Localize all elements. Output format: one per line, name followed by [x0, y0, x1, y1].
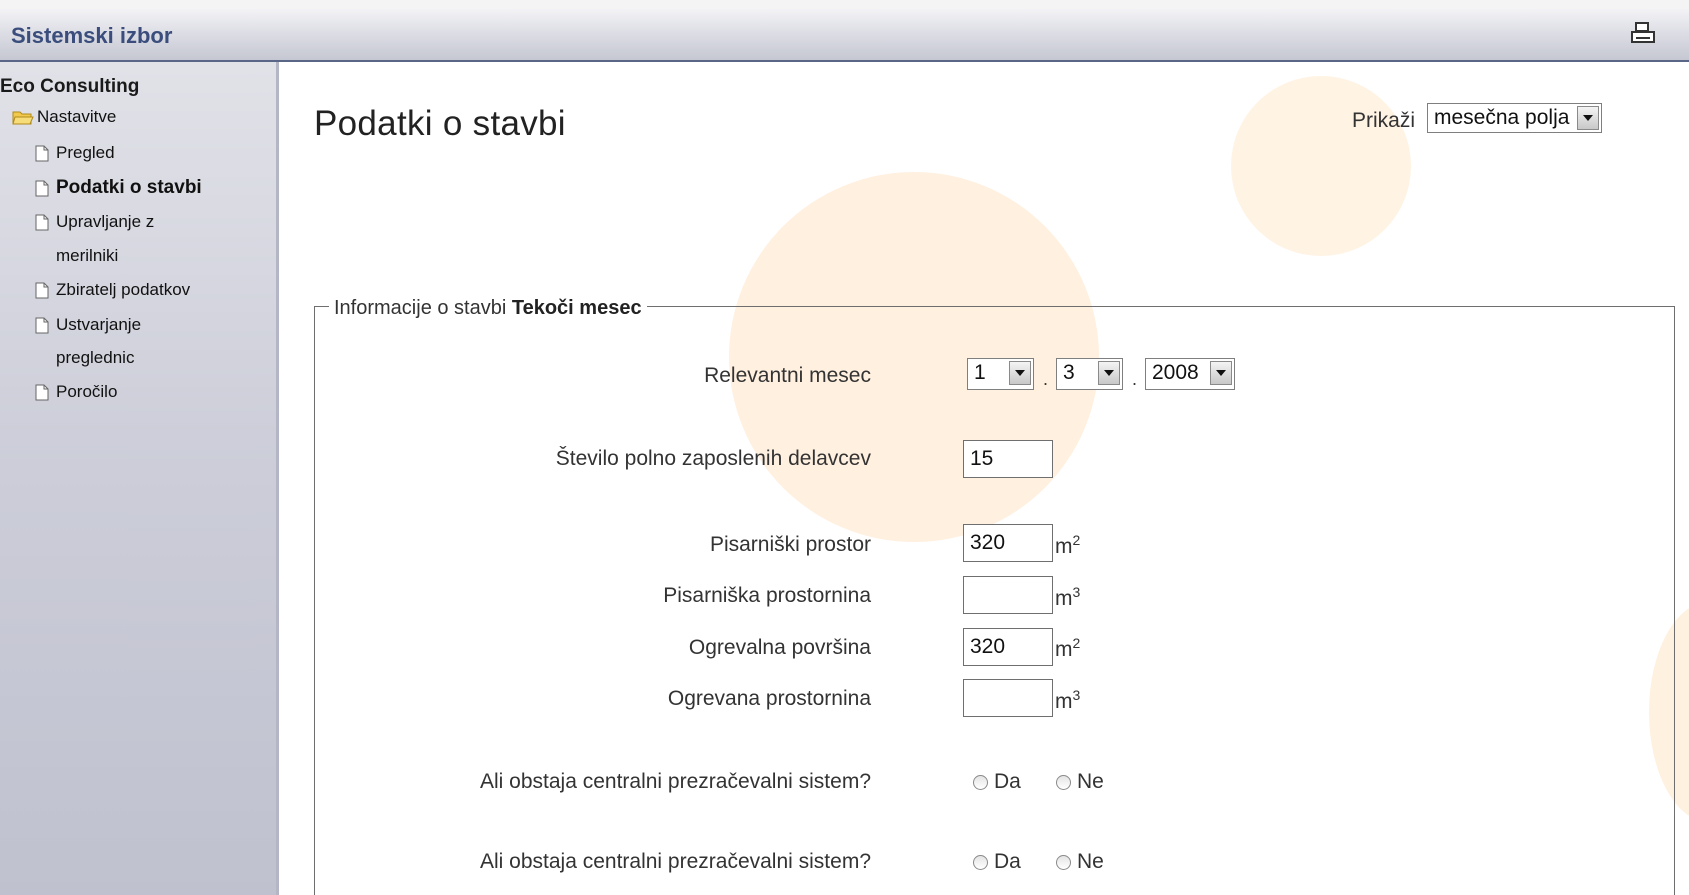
- ventilation-question: Ali obstaja centralni prezračevalni sist…: [479, 850, 871, 873]
- sidebar-item-ustvarjanje-preglednic[interactable]: Ustvarjanje: [35, 315, 141, 335]
- header-bar: Sistemski izbor: [0, 9, 1689, 62]
- office-area-label: Pisarniški prostor: [709, 533, 871, 556]
- sidebar-folder-label: Nastavitve: [37, 107, 117, 126]
- folder-open-icon: [12, 111, 34, 124]
- ventilation-no-radio[interactable]: Ne: [1056, 770, 1104, 794]
- office-volume-field[interactable]: [963, 576, 1053, 614]
- sidebar-item-label: Podatki o stavbi: [56, 177, 202, 198]
- radio-label: Ne: [1077, 850, 1104, 873]
- chevron-down-icon[interactable]: [1098, 361, 1120, 385]
- page-title: Podatki o stavbi: [314, 104, 566, 143]
- year-select[interactable]: 2008: [1145, 358, 1235, 390]
- sidebar-item-podatki-o-stavbi[interactable]: Podatki o stavbi: [35, 177, 202, 199]
- company-name: Eco Consulting: [0, 76, 140, 97]
- radio-circle[interactable]: [1056, 774, 1071, 790]
- heated-area-field[interactable]: 320: [963, 628, 1053, 666]
- day-select[interactable]: 1: [967, 358, 1034, 390]
- sidebar-item-pregled[interactable]: Pregled: [35, 143, 115, 163]
- employees-field[interactable]: 15: [963, 440, 1053, 478]
- sidebar-item-zbiratelj-podatkov[interactable]: Zbiratelj podatkov: [35, 280, 190, 300]
- radio-label: Ne: [1077, 770, 1104, 793]
- show-label: Prikaži: [1352, 109, 1416, 132]
- sidebar-item-label: Pregled: [56, 143, 115, 162]
- select-value: 3: [1063, 361, 1075, 384]
- ventilation-yes-radio[interactable]: Da: [973, 770, 1021, 794]
- employees-label: Število polno zaposlenih delavcev: [555, 447, 871, 470]
- chevron-down-icon[interactable]: [1009, 361, 1031, 385]
- date-separator: .: [1132, 369, 1138, 389]
- date-separator: .: [1043, 369, 1049, 389]
- document-icon: [35, 317, 49, 333]
- document-icon: [35, 282, 49, 298]
- unit-label: m2: [1055, 532, 1081, 558]
- unit-label: m3: [1055, 687, 1081, 713]
- document-icon: [35, 180, 49, 196]
- view-mode-select[interactable]: mesečna polja: [1427, 103, 1602, 133]
- heated-volume-label: Ogrevana prostornina: [667, 687, 871, 710]
- relevant-month-label: Relevantni mesec: [704, 364, 871, 387]
- chevron-down-icon[interactable]: [1577, 106, 1599, 130]
- chevron-down-icon[interactable]: [1210, 361, 1232, 385]
- header-title: Sistemski izbor: [11, 23, 173, 48]
- sidebar-item-porocilo[interactable]: Poročilo: [35, 382, 117, 402]
- office-area-field[interactable]: 320: [963, 524, 1053, 562]
- document-icon: [35, 145, 49, 161]
- sidebar-item-label: Upravljanje z: [56, 212, 155, 231]
- ventilation-yes-radio[interactable]: Da: [973, 850, 1021, 874]
- heated-volume-field[interactable]: [963, 679, 1053, 717]
- sidebar-item-upravljanje-z-merilniki[interactable]: Upravljanje z: [35, 212, 154, 232]
- top-strip: [0, 0, 1689, 9]
- unit-label: m3: [1055, 584, 1081, 610]
- sidebar-item-label: Ustvarjanje: [56, 315, 142, 334]
- radio-circle[interactable]: [1056, 854, 1071, 870]
- radio-circle[interactable]: [973, 774, 988, 790]
- month-select[interactable]: 3: [1056, 358, 1123, 390]
- select-value: 1: [974, 361, 986, 384]
- select-value: 2008: [1152, 361, 1199, 384]
- background-decoration: [1231, 76, 1411, 256]
- fieldset-legend: Informacije o stavbi Tekoči mesec: [329, 297, 647, 320]
- office-volume-label: Pisarniška prostornina: [663, 584, 871, 607]
- unit-label: m2: [1055, 635, 1081, 661]
- document-icon: [35, 384, 49, 400]
- legend-prefix: Informacije o stavbi: [334, 297, 507, 319]
- sidebar-item-label-continuation[interactable]: merilniki: [56, 246, 118, 266]
- sidebar-item-label: Poročilo: [56, 382, 118, 401]
- radio-circle[interactable]: [973, 854, 988, 870]
- radio-label: Da: [994, 770, 1021, 793]
- sidebar-folder-nastavitve[interactable]: Nastavitve: [12, 107, 116, 127]
- select-value: mesečna polja: [1434, 106, 1570, 129]
- main-content: Podatki o stavbi Prikaži mesečna polja I…: [279, 62, 1689, 895]
- radio-label: Da: [994, 850, 1021, 873]
- ventilation-no-radio[interactable]: Ne: [1056, 850, 1104, 874]
- heated-area-label: Ogrevalna površina: [688, 636, 871, 659]
- sidebar-item-label-continuation[interactable]: preglednic: [56, 348, 134, 368]
- ventilation-question: Ali obstaja centralni prezračevalni sist…: [479, 770, 871, 793]
- printer-icon[interactable]: [1628, 20, 1658, 48]
- document-icon: [35, 214, 49, 230]
- sidebar: Eco Consulting Nastavitve Pregled Podatk…: [0, 62, 279, 895]
- legend-bold: Tekoči mesec: [511, 297, 642, 319]
- sidebar-item-label: Zbiratelj podatkov: [56, 280, 191, 299]
